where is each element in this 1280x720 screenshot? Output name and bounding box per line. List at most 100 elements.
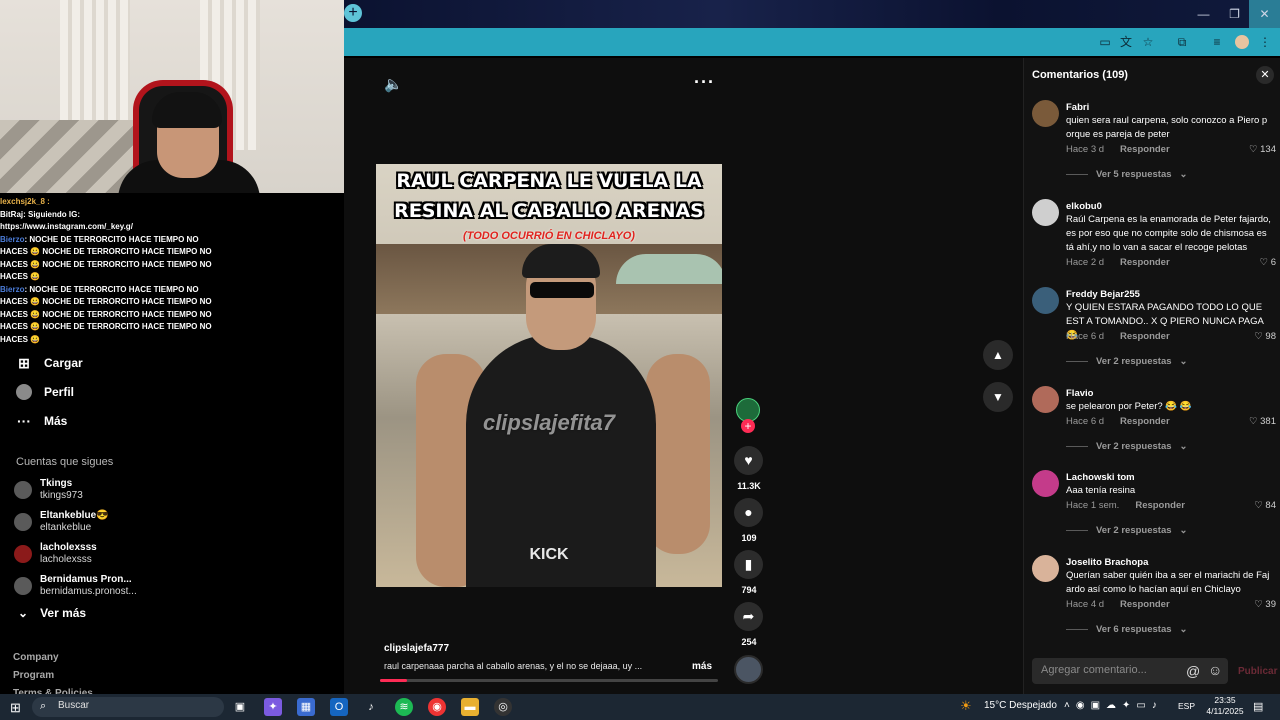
media-controls-icon[interactable]: ≡ [1210,35,1224,49]
windows-start-icon[interactable]: ⊞ [10,700,21,716]
minimize-button[interactable]: — [1188,0,1219,28]
spotify-icon[interactable]: ≋ [395,698,413,716]
avatar[interactable] [1032,386,1059,413]
comment-like[interactable]: ♡ 98 [1226,331,1276,342]
mention-icon[interactable]: @ [1186,663,1200,679]
heart-icon: ♡ [1254,331,1266,342]
following-account[interactable]: Bernidamus Pron... bernidamus.pronost... [14,571,137,601]
nav-profile[interactable]: Perfil [16,381,74,403]
share-button[interactable]: ➦ [734,602,763,631]
more-dots-icon: ··· [17,413,31,429]
comment-like[interactable]: ♡ 84 [1226,500,1276,511]
weather-icon: ☀ [960,698,972,713]
divider [1066,629,1088,630]
chat-message: HACES 😀 NOCHE DE TERRORCITO HACE TIEMPO … [0,296,215,309]
expand-description-button[interactable]: más [692,661,712,672]
chevron-down-icon: ▼ [992,390,1004,404]
chat-message: HACES 😀 NOCHE DE TERRORCITO HACE TIEMPO … [0,309,215,322]
tray-icons[interactable]: ˄◉▣☁✦▭♪ [1064,700,1163,711]
view-replies-label: Ver 6 respuestas [1096,624,1172,635]
comment-author[interactable]: Fabri [1066,102,1089,113]
comment-author[interactable]: elkobu0 [1066,201,1102,212]
previous-video-button[interactable]: ▲ [983,340,1013,370]
see-more-following[interactable]: ⌄ Ver más [18,606,86,620]
extensions-icon[interactable]: ⧉ [1175,35,1189,49]
avatar [14,577,32,595]
view-replies-button[interactable]: Ver 2 respuestas ⌄ [1066,441,1188,452]
task-view-icon[interactable]: ▣ [231,698,249,716]
reply-button[interactable]: Responder [1120,331,1170,342]
reply-button[interactable]: Responder [1120,144,1170,155]
nav-upload[interactable]: ⊞ Cargar [16,352,83,374]
comment-like[interactable]: ♡ 381 [1226,416,1276,427]
new-tab-button[interactable]: + [344,4,362,22]
following-account[interactable]: Eltankeblue😎 eltankeblue [14,507,109,537]
chrome-icon[interactable]: ◉ [428,698,446,716]
translate-icon[interactable]: 文 [1119,35,1133,49]
profile-avatar[interactable] [1235,35,1249,49]
taskbar-clock[interactable]: 23:35 4/11/2025 [1202,695,1248,717]
file-explorer-icon[interactable]: ▬ [461,698,479,716]
view-replies-button[interactable]: Ver 2 respuestas ⌄ [1066,356,1188,367]
emoji-icon[interactable]: ☺ [1208,662,1222,678]
comment-author[interactable]: Freddy Bejar255 [1066,289,1140,300]
following-account[interactable]: Tkings tkings973 [14,475,83,505]
reply-button[interactable]: Responder [1120,599,1170,610]
obs-icon[interactable]: ◎ [494,698,512,716]
video-progress-bar[interactable] [380,679,718,682]
footer-link[interactable]: Company [13,652,59,663]
close-comments-button[interactable]: ✕ [1256,66,1274,84]
next-video-button[interactable]: ▼ [983,382,1013,412]
post-comment-button[interactable]: Publicar [1238,666,1277,677]
comment-like[interactable]: ♡ 6 [1226,257,1276,268]
close-window-button[interactable]: ✕ [1249,0,1280,28]
volume-icon[interactable]: 🔈 [384,75,403,93]
weather-status[interactable]: 15°C Despejado [984,700,1057,711]
save-button[interactable]: ▮ [734,550,763,579]
comment-author[interactable]: Joselito Brachopa [1066,557,1148,568]
music-disc[interactable] [734,655,763,684]
comment-author[interactable]: Flavio [1066,388,1093,399]
notifications-icon[interactable]: ▤ [1253,700,1263,713]
comment-author[interactable]: Lachowski tom [1066,472,1135,483]
video-player[interactable]: RAUL CARPENA LE VUELA LA RESINA AL CABAL… [376,164,722,587]
more-options-button[interactable]: ··· [694,72,715,93]
copilot-icon[interactable]: ✦ [264,698,282,716]
avatar[interactable] [1032,287,1059,314]
avatar[interactable] [1032,100,1059,127]
footer-link[interactable]: Program [13,670,54,681]
video-caption-line: RAUL CARPENA LE VUELA LA [396,170,702,192]
video-author[interactable]: clipslajefa777 [384,643,449,654]
nav-more[interactable]: ··· Más [16,410,67,432]
tiktok-icon[interactable]: ♪ [362,698,380,716]
comment-like[interactable]: ♡ 134 [1226,144,1276,155]
bookmark-star-icon[interactable]: ☆ [1141,35,1155,49]
chat-text: HACES 😀 [0,334,41,344]
reply-button[interactable]: Responder [1135,500,1185,511]
following-account[interactable]: lacholexsss lacholexsss [14,539,97,569]
comment-time: Hace 6 d [1066,331,1105,342]
avatar[interactable] [1032,199,1059,226]
view-replies-button[interactable]: Ver 2 respuestas ⌄ [1066,525,1188,536]
restore-button[interactable]: ❐ [1219,0,1250,28]
comment-like[interactable]: ♡ 39 [1226,599,1276,610]
taskbar-search[interactable]: Buscar [32,697,224,717]
outlook-icon[interactable]: O [330,698,348,716]
view-replies-button[interactable]: Ver 6 respuestas ⌄ [1066,624,1188,635]
share-count: 254 [741,637,757,647]
view-replies-button[interactable]: Ver 5 respuestas ⌄ [1066,169,1188,180]
store-icon[interactable]: ▦ [297,698,315,716]
chat-message: Bierzo: NOCHE DE TERRORCITO HACE TIEMPO … [0,234,215,247]
comment-like-count: 381 [1260,416,1276,427]
avatar[interactable] [1032,555,1059,582]
follow-plus-button[interactable]: + [741,419,755,433]
avatar[interactable] [1032,470,1059,497]
cast-icon[interactable]: ▭ [1098,35,1112,49]
reply-button[interactable]: Responder [1120,257,1170,268]
language-indicator[interactable]: ESP [1178,701,1195,711]
comment-meta: Hace 4 d Responder [1066,599,1170,610]
like-button[interactable]: ♥ [734,446,763,475]
menu-kebab-icon[interactable]: ⋮ [1258,35,1272,49]
reply-button[interactable]: Responder [1120,416,1170,427]
comment-button[interactable]: ● [734,498,763,527]
